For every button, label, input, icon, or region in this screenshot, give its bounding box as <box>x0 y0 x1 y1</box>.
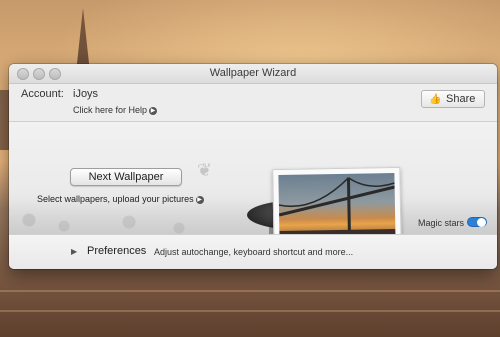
account-header: Account: iJoys Click here for Help ▶ 👍 Sh… <box>9 84 497 122</box>
preferences-bar[interactable]: ▶ Preferences Adjust autochange, keyboar… <box>9 234 497 269</box>
magic-stars-toggle[interactable] <box>467 217 487 227</box>
thumbs-up-icon: 👍 <box>429 94 442 105</box>
wallpaper-wizard-window: Wallpaper Wizard Account: iJoys Click he… <box>9 64 497 269</box>
title-bar[interactable]: Wallpaper Wizard <box>9 64 497 84</box>
disclosure-triangle-icon[interactable]: ▶ <box>71 247 77 256</box>
account-name: iJoys <box>73 88 99 100</box>
select-wallpapers-link[interactable]: Select wallpapers, upload your pictures ▶ <box>37 194 204 204</box>
preferences-title[interactable]: Preferences <box>87 245 146 257</box>
help-link-label[interactable]: Click here for Help <box>73 105 147 115</box>
account-label: Account: <box>21 88 64 100</box>
wallpaper-stage: ❦ Next Wallpaper Select wallpapers, uplo… <box>9 122 497 269</box>
share-button-label: Share <box>446 93 476 105</box>
desktop-water <box>0 290 500 292</box>
arrow-right-circle-icon: ▶ <box>149 106 158 115</box>
magic-stars-label: Magic stars <box>418 218 465 228</box>
butterfly-decoration-icon: ❦ <box>197 160 213 180</box>
next-wallpaper-button[interactable]: Next Wallpaper <box>70 168 182 186</box>
arrow-right-circle-icon: ▶ <box>195 195 204 204</box>
share-button[interactable]: 👍 Share <box>421 90 485 108</box>
toggle-knob <box>477 218 486 227</box>
preferences-description: Adjust autochange, keyboard shortcut and… <box>154 247 354 257</box>
help-link[interactable]: Click here for Help ▶ <box>73 105 158 115</box>
desktop-water <box>0 310 500 312</box>
window-title: Wallpaper Wizard <box>209 67 297 79</box>
select-wallpapers-link-label[interactable]: Select wallpapers, upload your pictures <box>37 194 194 204</box>
